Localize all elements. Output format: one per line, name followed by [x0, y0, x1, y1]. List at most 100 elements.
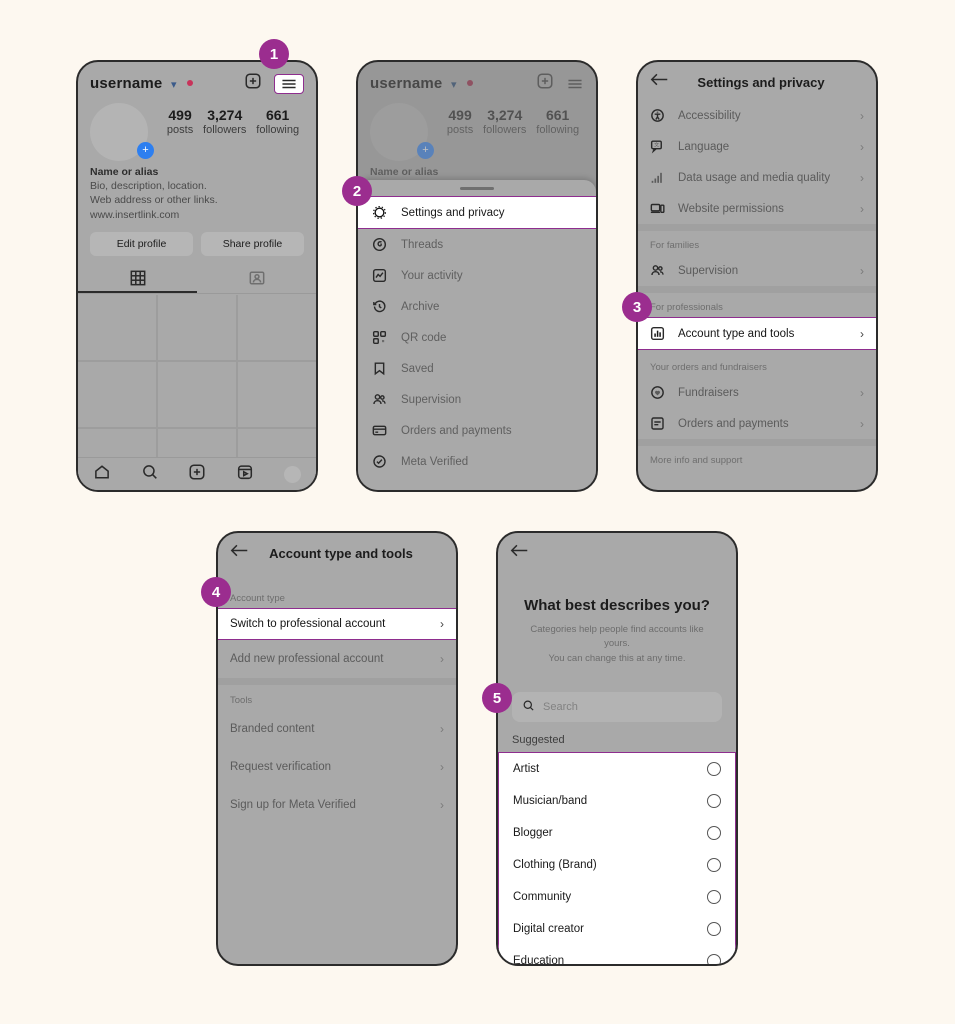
section-divider: [218, 678, 456, 685]
radio-button[interactable]: [707, 761, 721, 776]
category-label: Community: [513, 890, 572, 903]
chevron-right-icon: ›: [860, 170, 864, 185]
section-header-orders: Your orders and fundraisers: [650, 362, 767, 373]
heart-circle-icon: [650, 385, 667, 400]
add-story-icon[interactable]: +: [137, 142, 154, 159]
receipt-icon: [650, 416, 667, 431]
chevron-right-icon: ›: [440, 760, 444, 774]
home-icon[interactable]: [93, 463, 111, 486]
settings-row-supervision[interactable]: Supervision ›: [638, 255, 876, 286]
step-badge-5: 5: [482, 683, 512, 713]
username-dropdown[interactable]: username ▾: [90, 75, 193, 93]
tools-row-sign-up-meta-verified[interactable]: Sign up for Meta Verified ›: [218, 786, 456, 824]
radio-button[interactable]: [707, 825, 721, 840]
radio-button[interactable]: [707, 857, 721, 872]
posts-label: posts: [166, 124, 194, 136]
menu-item-orders-and-payments[interactable]: Orders and payments: [358, 415, 596, 446]
sheet-drag-handle[interactable]: [460, 187, 494, 190]
chevron-right-icon: ›: [860, 326, 864, 341]
settings-row-label: Language: [678, 140, 730, 153]
tools-row-label: Branded content: [230, 723, 315, 735]
grid-cell[interactable]: [78, 361, 156, 427]
radio-button[interactable]: [707, 953, 721, 964]
tools-row-label: Request verification: [230, 761, 331, 773]
menu-item-archive[interactable]: Archive: [358, 291, 596, 322]
chevron-down-icon: ▾: [170, 78, 177, 91]
menu-item-supervision[interactable]: Supervision: [358, 384, 596, 415]
category-item-musician-band[interactable]: Musician/band: [499, 785, 735, 817]
stat-followers[interactable]: 3,274 followers: [203, 107, 246, 136]
settings-row-orders-and-payments[interactable]: Orders and payments ›: [638, 408, 876, 439]
settings-row-label: Fundraisers: [678, 386, 739, 399]
avatar[interactable]: +: [90, 103, 154, 161]
settings-row-website-permissions[interactable]: Website permissions ›: [638, 193, 876, 224]
grid-cell[interactable]: [158, 294, 236, 360]
settings-row-label: Accessibility: [678, 109, 741, 122]
grid-cell[interactable]: [158, 361, 236, 427]
categories-subtitle-line-1: Categories help people find accounts lik…: [530, 624, 704, 650]
radio-button[interactable]: [707, 921, 721, 936]
profile-bio: Name or alias Bio, description, location…: [78, 161, 316, 222]
back-arrow-icon[interactable]: [510, 543, 532, 563]
stat-following[interactable]: 661 following: [256, 107, 299, 136]
grid-cell[interactable]: [78, 294, 156, 360]
create-post-icon[interactable]: [188, 463, 206, 486]
tools-row-branded-content[interactable]: Branded content ›: [218, 710, 456, 748]
tab-grid[interactable]: [78, 264, 197, 293]
category-item-digital-creator[interactable]: Digital creator: [499, 913, 735, 945]
category-item-education[interactable]: Education: [499, 945, 735, 964]
add-post-icon[interactable]: [244, 72, 262, 95]
archive-clock-icon: [372, 299, 389, 314]
category-item-community[interactable]: Community: [499, 881, 735, 913]
account-row-switch-to-professional[interactable]: Switch to professional account ›: [218, 608, 456, 640]
search-input[interactable]: Search: [512, 691, 722, 722]
tools-row-request-verification[interactable]: Request verification ›: [218, 748, 456, 786]
settings-row-data-usage[interactable]: Data usage and media quality ›: [638, 162, 876, 193]
menu-item-your-activity[interactable]: Your activity: [358, 260, 596, 291]
grid-cell[interactable]: [238, 361, 316, 427]
category-item-artist[interactable]: Artist: [499, 753, 735, 785]
notification-dot-icon: [186, 79, 193, 86]
profile-action-buttons: Edit profile Share profile: [78, 222, 316, 256]
settings-row-accessibility[interactable]: Accessibility ›: [638, 100, 876, 131]
section-header-account-type: Account type: [230, 593, 285, 604]
settings-row-language[interactable]: 文 Language ›: [638, 131, 876, 162]
chevron-right-icon: ›: [860, 201, 864, 216]
edit-profile-button[interactable]: Edit profile: [90, 231, 193, 256]
reels-icon[interactable]: [236, 463, 254, 486]
profile-avatar-icon[interactable]: [284, 465, 302, 483]
section-divider: [638, 224, 876, 231]
category-item-clothing-brand[interactable]: Clothing (Brand): [499, 849, 735, 881]
search-icon[interactable]: [141, 463, 159, 486]
categories-subtitle-line-2: You can change this at any time.: [548, 652, 686, 664]
bio-line-2: Web address or other links.: [90, 194, 218, 207]
radio-button[interactable]: [707, 889, 721, 904]
radio-button[interactable]: [707, 793, 721, 808]
phone-profile: username ▾ + 499 posts 3,274 followers 6…: [76, 60, 318, 492]
grid-cell[interactable]: [238, 294, 316, 360]
menu-item-threads[interactable]: Threads: [358, 229, 596, 260]
chevron-right-icon: ›: [860, 139, 864, 154]
suggested-label: Suggested: [512, 733, 565, 746]
bottom-navigation-bar: [78, 457, 316, 490]
settings-row-fundraisers[interactable]: Fundraisers ›: [638, 377, 876, 408]
stat-posts[interactable]: 499 posts: [167, 107, 193, 136]
menu-sheet-screen: username ▾ + 499 posts 3,274 followers 6…: [358, 62, 596, 490]
profile-top-icons: [244, 72, 304, 95]
hamburger-menu-icon[interactable]: [274, 73, 304, 94]
account-row-add-new-professional[interactable]: Add new professional account ›: [218, 640, 456, 678]
settings-row-account-type-and-tools[interactable]: Account type and tools ›: [638, 317, 876, 350]
settings-row-label: Supervision: [678, 264, 739, 277]
category-item-blogger[interactable]: Blogger: [499, 817, 735, 849]
bio-link[interactable]: www.insertlink.com: [90, 208, 304, 222]
share-profile-button[interactable]: Share profile: [201, 231, 304, 256]
accessibility-icon: [650, 108, 667, 123]
menu-item-saved[interactable]: Saved: [358, 353, 596, 384]
tab-tagged[interactable]: [197, 264, 316, 293]
stats-group: 499 posts 3,274 followers 661 following: [148, 103, 304, 136]
menu-item-qr-code[interactable]: QR code: [358, 322, 596, 353]
menu-item-settings-and-privacy[interactable]: Settings and privacy: [358, 196, 596, 229]
menu-item-meta-verified[interactable]: Meta Verified: [358, 446, 596, 477]
category-list: Artist Musician/band Blogger Clothing (B…: [498, 751, 736, 964]
chevron-right-icon: ›: [860, 108, 864, 123]
